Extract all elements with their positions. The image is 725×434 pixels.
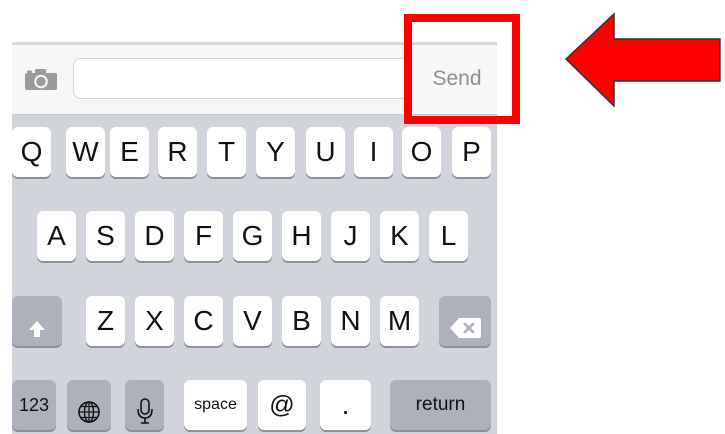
pointing-arrow-icon bbox=[564, 12, 721, 108]
key-z[interactable]: Z bbox=[86, 296, 125, 346]
key-n[interactable]: N bbox=[331, 296, 370, 346]
space-key[interactable]: space bbox=[184, 380, 247, 430]
key-g[interactable]: G bbox=[233, 211, 272, 261]
period-key[interactable]: . bbox=[320, 380, 371, 430]
globe-key[interactable] bbox=[67, 380, 111, 430]
key-f[interactable]: F bbox=[184, 211, 223, 261]
key-u[interactable]: U bbox=[306, 127, 345, 177]
shift-key[interactable] bbox=[12, 296, 62, 346]
key-x[interactable]: X bbox=[135, 296, 174, 346]
key-b[interactable]: B bbox=[282, 296, 321, 346]
message-input[interactable] bbox=[73, 58, 410, 99]
at-key[interactable]: @ bbox=[258, 380, 306, 430]
key-o[interactable]: O bbox=[402, 127, 441, 177]
shift-icon bbox=[29, 320, 45, 337]
camera-icon[interactable] bbox=[24, 68, 58, 91]
return-key[interactable]: return bbox=[390, 380, 491, 430]
key-p[interactable]: P bbox=[452, 127, 491, 177]
key-l[interactable]: L bbox=[429, 211, 468, 261]
key-e[interactable]: E bbox=[110, 127, 149, 177]
key-d[interactable]: D bbox=[135, 211, 174, 261]
globe-icon bbox=[78, 400, 100, 423]
key-h[interactable]: H bbox=[282, 211, 321, 261]
highlight-box bbox=[404, 14, 520, 124]
key-s[interactable]: S bbox=[86, 211, 125, 261]
key-v[interactable]: V bbox=[233, 296, 272, 346]
backspace-icon bbox=[450, 317, 481, 338]
backspace-key[interactable] bbox=[439, 296, 491, 346]
key-c[interactable]: C bbox=[184, 296, 223, 346]
numbers-key[interactable]: 123 bbox=[12, 380, 56, 430]
key-w[interactable]: W bbox=[66, 127, 105, 177]
key-i[interactable]: I bbox=[354, 127, 393, 177]
key-t[interactable]: T bbox=[207, 127, 246, 177]
microphone-key[interactable] bbox=[125, 380, 164, 430]
microphone-icon bbox=[136, 397, 153, 424]
key-q[interactable]: Q bbox=[12, 127, 51, 177]
virtual-keyboard: Q W E R T Y U I O P A S D F G H J K L Z … bbox=[12, 115, 497, 434]
key-y[interactable]: Y bbox=[256, 127, 295, 177]
key-k[interactable]: K bbox=[380, 211, 419, 261]
key-r[interactable]: R bbox=[158, 127, 197, 177]
key-a[interactable]: A bbox=[37, 211, 76, 261]
key-m[interactable]: M bbox=[380, 296, 419, 346]
key-j[interactable]: J bbox=[331, 211, 370, 261]
